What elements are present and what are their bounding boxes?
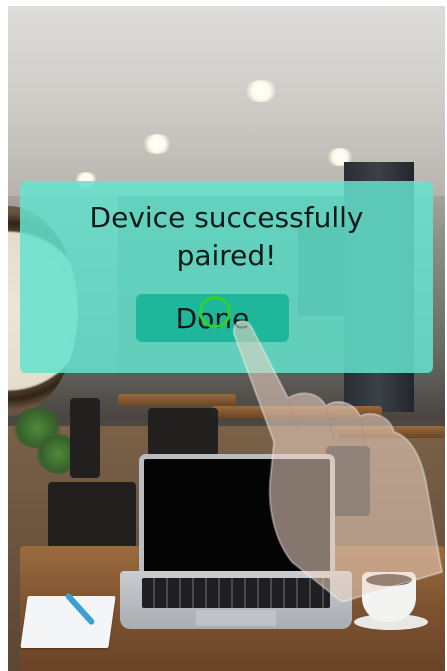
cafe-table <box>212 406 382 418</box>
tap-ring-icon <box>199 296 231 328</box>
pairing-success-dialog: Device successfully paired! Done <box>20 181 433 373</box>
chair <box>48 482 136 548</box>
notebook <box>20 596 116 648</box>
coffee <box>366 574 412 586</box>
ceiling-light <box>244 80 278 102</box>
dialog-message: Device successfully paired! <box>89 201 364 272</box>
screen: Device successfully paired! Done <box>0 0 447 671</box>
chair <box>70 398 100 478</box>
laptop-screen <box>139 454 335 585</box>
cafe-table <box>118 394 236 406</box>
chair <box>148 408 218 456</box>
cafe-table <box>338 426 445 438</box>
ceiling-light <box>142 134 172 154</box>
laptop-keyboard <box>142 578 330 608</box>
laptop-trackpad <box>196 610 276 626</box>
